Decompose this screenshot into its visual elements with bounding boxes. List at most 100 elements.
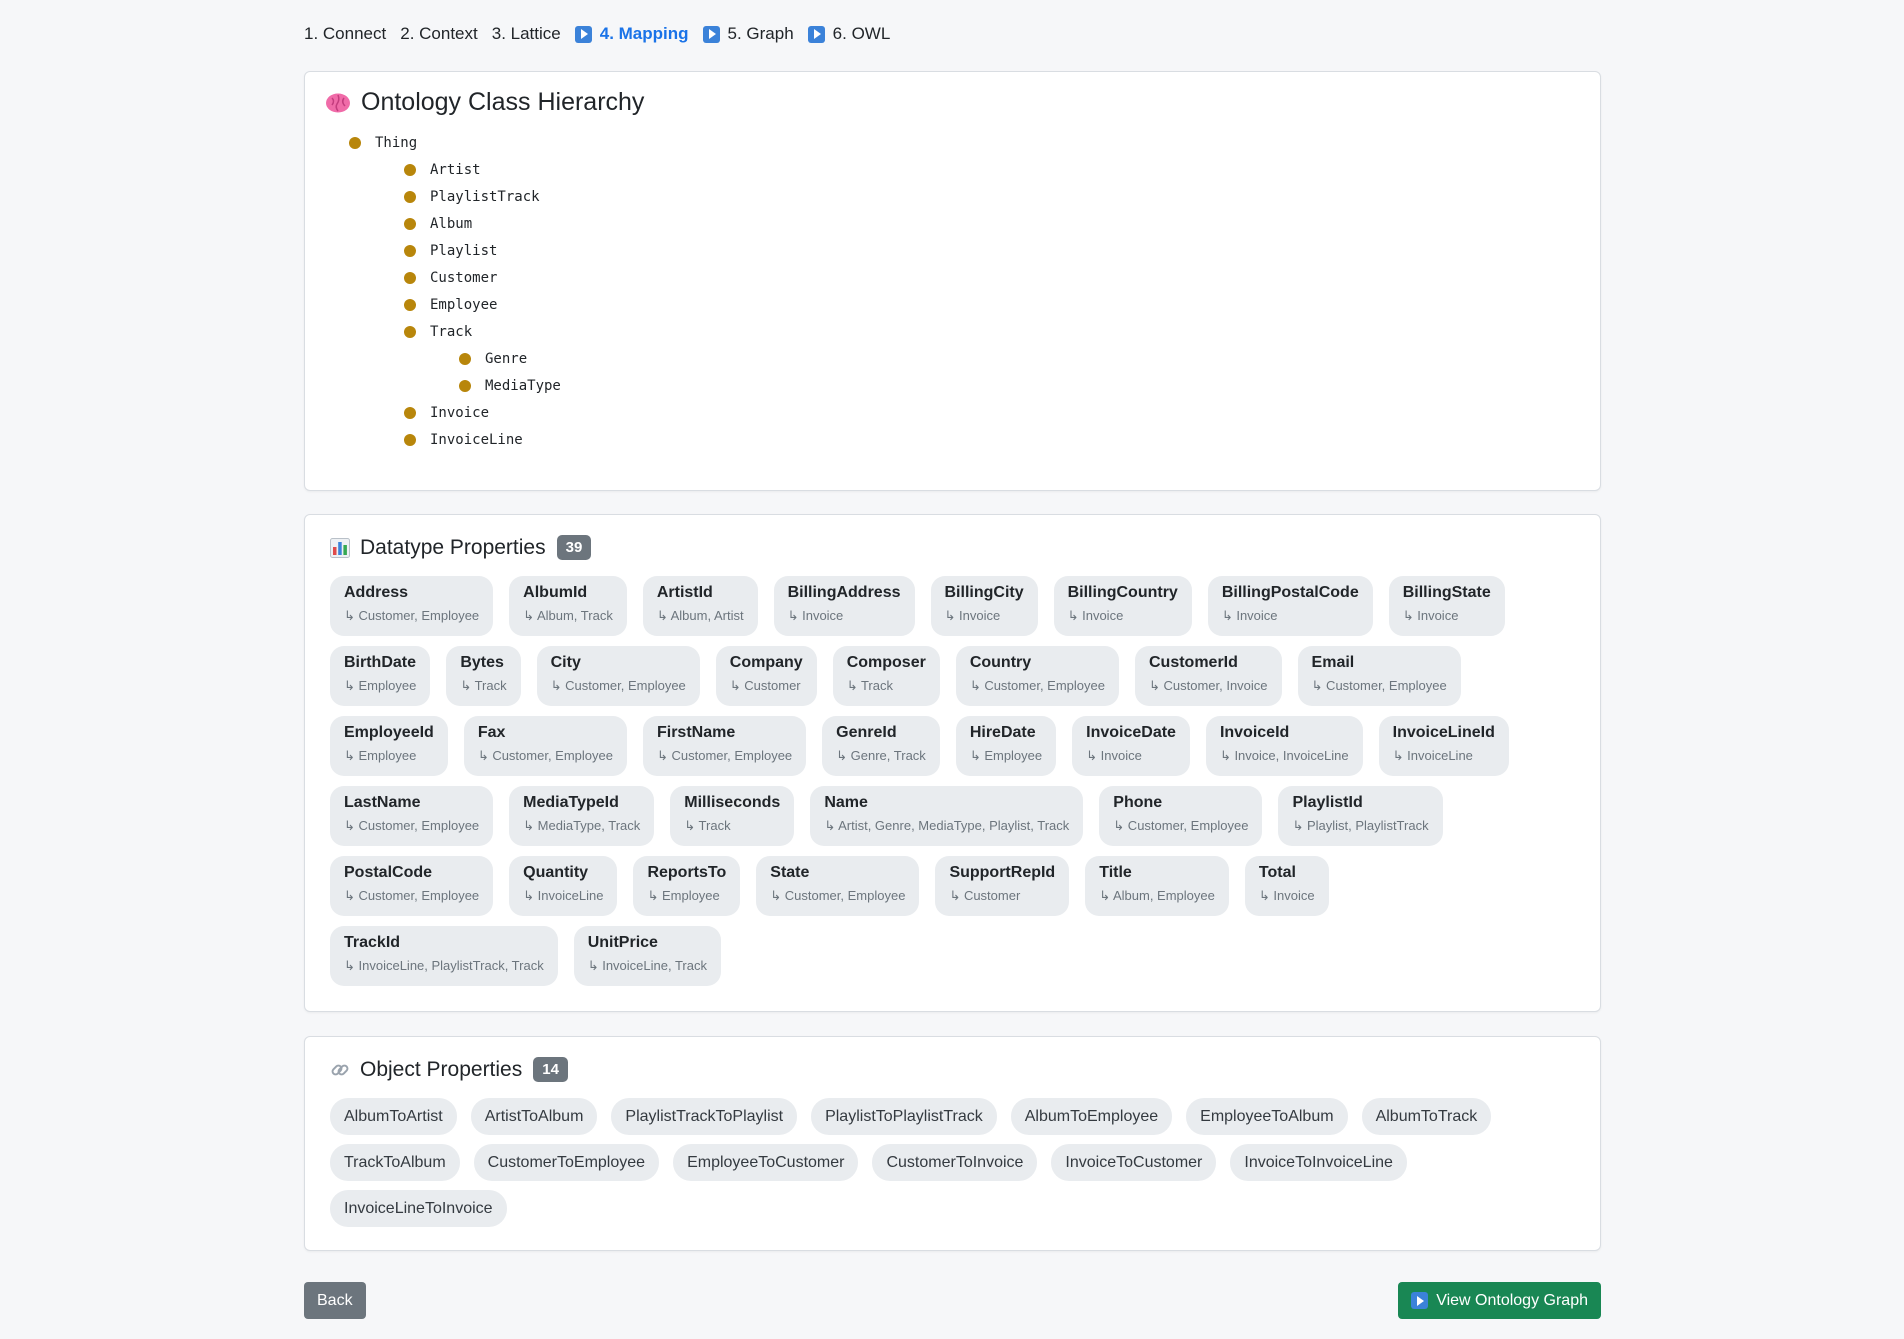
datatype-property-chip[interactable]: Email ↳ Customer, Employee: [1297, 646, 1461, 706]
datatype-property-chip[interactable]: Milliseconds ↳ Track: [670, 786, 795, 846]
tree-node-label: Genre: [485, 350, 528, 367]
datatype-property-chip[interactable]: Address ↳ Customer, Employee: [330, 576, 494, 636]
datatype-property-chip[interactable]: Country ↳ Customer, Employee: [955, 646, 1119, 706]
datatype-property-chip[interactable]: PlaylistId ↳ Playlist, PlaylistTrack: [1278, 786, 1443, 846]
node-bullet-icon: [404, 271, 416, 284]
datatype-property-chip[interactable]: ReportsTo ↳ Employee: [633, 856, 741, 916]
datatype-property-chip[interactable]: MediaTypeId ↳ MediaType, Track: [509, 786, 655, 846]
object-property-chip[interactable]: InvoiceLineToInvoice: [330, 1190, 507, 1227]
datatype-property-chip[interactable]: InvoiceDate ↳ Invoice: [1072, 716, 1190, 776]
link-icon: [330, 1060, 350, 1080]
property-domains: ↳ Employee: [647, 888, 720, 903]
datatype-property-chip[interactable]: Quantity ↳ InvoiceLine: [509, 856, 618, 916]
datatype-property-chip[interactable]: Composer ↳ Track: [832, 646, 940, 706]
datatype-property-chip[interactable]: EmployeeId ↳ Employee: [330, 716, 448, 776]
datatype-property-chip[interactable]: PostalCode ↳ Customer, Employee: [330, 856, 494, 916]
tree-node-label: Playlist: [430, 242, 498, 259]
property-domains: ↳ Invoice: [1402, 608, 1459, 623]
object-property-chip[interactable]: AlbumToArtist: [330, 1098, 457, 1135]
property-domains: ↳ Track: [684, 818, 731, 833]
object-property-chip[interactable]: TrackToAlbum: [330, 1144, 460, 1181]
object-property-chip[interactable]: AlbumToEmployee: [1010, 1098, 1173, 1135]
datatype-property-chip[interactable]: BillingState ↳ Invoice: [1388, 576, 1505, 636]
step-2[interactable]: 2. Context: [400, 24, 478, 44]
datatype-property-chip[interactable]: InvoiceLineId ↳ InvoiceLine: [1378, 716, 1509, 776]
node-bullet-icon: [404, 244, 416, 257]
property-domains: ↳ Playlist, PlaylistTrack: [1292, 818, 1429, 833]
node-bullet-icon: [404, 163, 416, 176]
property-name: AlbumId: [523, 584, 588, 601]
datatype-property-chip[interactable]: UnitPrice ↳ InvoiceLine, Track: [573, 926, 721, 986]
datatype-property-chip[interactable]: Fax ↳ Customer, Employee: [463, 716, 627, 776]
tree-node-label: InvoiceLine: [430, 431, 523, 448]
datatype-property-chip[interactable]: InvoiceId ↳ Invoice, InvoiceLine: [1205, 716, 1363, 776]
object-property-chip[interactable]: InvoiceToInvoiceLine: [1230, 1144, 1407, 1181]
play-icon: [807, 25, 825, 43]
datatype-property-chip[interactable]: Phone ↳ Customer, Employee: [1099, 786, 1263, 846]
object-property-chip[interactable]: InvoiceToCustomer: [1051, 1144, 1217, 1181]
step-1[interactable]: 1. Connect: [304, 24, 386, 44]
object-property-chip[interactable]: ArtistToAlbum: [470, 1098, 598, 1135]
datatype-property-chip[interactable]: CustomerId ↳ Customer, Invoice: [1134, 646, 1282, 706]
datatype-properties-title: Datatype Properties 39: [330, 535, 1575, 560]
property-name: FirstName: [656, 724, 736, 741]
property-name: MediaTypeId: [523, 794, 619, 811]
datatype-property-chip[interactable]: BillingAddress ↳ Invoice: [773, 576, 915, 636]
datatype-property-chip[interactable]: ArtistId ↳ Album, Artist: [642, 576, 758, 636]
property-domains: ↳ Invoice: [787, 608, 844, 623]
datatype-property-chip[interactable]: Company ↳ Customer: [715, 646, 817, 706]
datatype-property-chip[interactable]: BillingCountry ↳ Invoice: [1053, 576, 1192, 636]
datatype-property-chip[interactable]: City ↳ Customer, Employee: [536, 646, 700, 706]
object-property-chip[interactable]: CustomerToInvoice: [872, 1144, 1038, 1181]
property-name: ArtistId: [656, 584, 713, 601]
datatype-property-chip[interactable]: LastName ↳ Customer, Employee: [330, 786, 494, 846]
datatype-property-chip[interactable]: State ↳ Customer, Employee: [756, 856, 920, 916]
datatype-property-chip[interactable]: HireDate ↳ Employee: [955, 716, 1057, 776]
datatype-property-chip[interactable]: Title ↳ Album, Employee: [1085, 856, 1229, 916]
node-bullet-icon: [404, 217, 416, 230]
datatype-property-chip[interactable]: Total ↳ Invoice: [1244, 856, 1329, 916]
step-4[interactable]: 4. Mapping: [574, 24, 689, 44]
back-button[interactable]: Back: [304, 1282, 366, 1319]
property-domains: ↳ Invoice: [1258, 888, 1315, 903]
object-property-chip[interactable]: PlaylistToPlaylistTrack: [811, 1098, 997, 1135]
property-domains: ↳ Customer, Employee: [344, 608, 480, 623]
property-name: UnitPrice: [587, 934, 658, 951]
step-5[interactable]: 5. Graph: [702, 24, 794, 44]
property-name: Name: [824, 794, 868, 811]
object-properties-heading: Object Properties: [360, 1057, 523, 1081]
object-property-chip[interactable]: CustomerToEmployee: [473, 1144, 660, 1181]
property-domains: ↳ Employee: [344, 678, 417, 693]
datatype-property-chip[interactable]: BirthDate ↳ Employee: [330, 646, 431, 706]
step-label: 1. Connect: [304, 24, 387, 43]
property-domains: ↳ Customer, Employee: [1113, 818, 1249, 833]
node-bullet-icon: [349, 136, 361, 149]
datatype-property-chip[interactable]: BillingPostalCode ↳ Invoice: [1207, 576, 1373, 636]
step-6[interactable]: 6. OWL: [807, 24, 890, 44]
tree-node: Playlist: [325, 237, 1580, 264]
property-name: PostalCode: [344, 864, 433, 881]
view-ontology-graph-button[interactable]: View Ontology Graph: [1398, 1282, 1601, 1319]
property-domains: ↳ Customer: [949, 888, 1021, 903]
property-domains: ↳ Customer, Employee: [477, 748, 613, 763]
datatype-property-chip[interactable]: SupportRepId ↳ Customer: [935, 856, 1070, 916]
property-domains: ↳ Invoice: [944, 608, 1001, 623]
node-bullet-icon: [404, 433, 416, 446]
bar-chart-icon: [330, 537, 350, 558]
datatype-property-chip[interactable]: AlbumId ↳ Album, Track: [509, 576, 627, 636]
datatype-property-chip[interactable]: FirstName ↳ Customer, Employee: [642, 716, 807, 776]
tree-node: Album: [325, 210, 1580, 237]
property-domains: ↳ Album, Employee: [1099, 888, 1215, 903]
step-3[interactable]: 3. Lattice: [492, 24, 561, 44]
datatype-property-chip[interactable]: Name ↳ Artist, Genre, MediaType, Playlist…: [810, 786, 1084, 846]
object-property-chip[interactable]: PlaylistTrackToPlaylist: [611, 1098, 798, 1135]
property-name: GenreId: [836, 724, 897, 741]
datatype-property-chip[interactable]: Bytes ↳ Track: [446, 646, 521, 706]
datatype-property-chip[interactable]: TrackId ↳ InvoiceLine, PlaylistTrack, Tra…: [330, 926, 558, 986]
datatype-property-chip[interactable]: BillingCity ↳ Invoice: [930, 576, 1038, 636]
property-domains: ↳ Album, Artist: [656, 608, 744, 623]
object-property-chip[interactable]: AlbumToTrack: [1361, 1098, 1492, 1135]
datatype-property-chip[interactable]: GenreId ↳ Genre, Track: [822, 716, 940, 776]
object-property-chip[interactable]: EmployeeToAlbum: [1186, 1098, 1348, 1135]
object-property-chip[interactable]: EmployeeToCustomer: [673, 1144, 859, 1181]
